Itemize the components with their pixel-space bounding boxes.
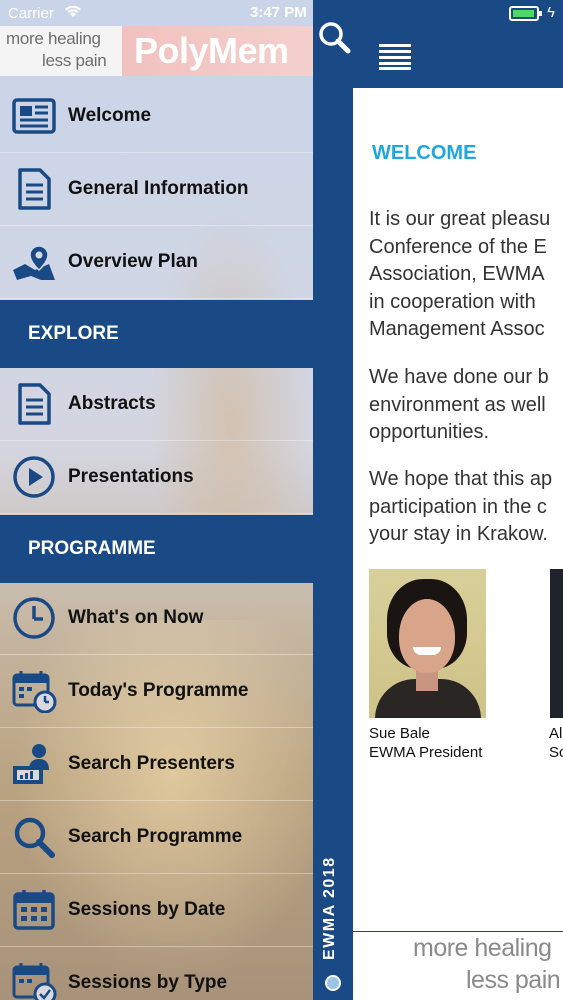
- menu-item-whats-on-now[interactable]: What's on Now: [0, 582, 313, 655]
- menu-item-label: Sessions by Date: [68, 899, 226, 920]
- welcome-page: ϟ WELCOME It is our great pleasu Confere…: [353, 0, 563, 1000]
- banner-tagline-line1: more healing: [6, 29, 101, 48]
- text-line: We have done our b: [369, 366, 549, 388]
- text-line: opportunities.: [369, 421, 490, 443]
- newspaper-icon: [0, 80, 68, 153]
- text-line: environment as well: [369, 393, 546, 416]
- menu-item-label: Abstracts: [68, 393, 156, 414]
- person-name: Al: [549, 725, 563, 742]
- person-role: Sc: [549, 744, 563, 761]
- banner-tagline: more healing less pain: [0, 26, 122, 76]
- calendar-check-icon: [0, 947, 68, 1000]
- page-title: WELCOME: [372, 142, 477, 164]
- section-header-programme: PROGRAMME: [0, 515, 313, 583]
- footer-tagline-line1: more healing: [413, 934, 552, 962]
- welcome-paragraph-1: It is our great pleasu Conference of the…: [369, 206, 563, 344]
- person-name: Sue Bale: [369, 725, 430, 742]
- polymem-banner[interactable]: more healing less pain PolyMem: [0, 26, 313, 76]
- search-icon: [0, 801, 68, 874]
- map-pin-icon: [0, 226, 68, 299]
- person-caption-1: Sue Bale EWMA President: [369, 724, 482, 762]
- menu-item-label: Welcome: [68, 105, 152, 126]
- text-line: Association, EWMA: [369, 263, 545, 285]
- person-role: EWMA President: [369, 744, 483, 761]
- banner-brand: PolyMem: [122, 26, 313, 76]
- calendar-clock-icon: [0, 655, 68, 728]
- text-line: Management Assoc: [369, 318, 545, 340]
- menu-item-label: Search Programme: [68, 826, 243, 847]
- menu-item-label: Today's Programme: [68, 680, 249, 701]
- text-line: in cooperation with: [369, 290, 536, 313]
- ewma-year-label: EWMA 2018: [321, 856, 338, 960]
- search-icon[interactable]: [317, 20, 351, 59]
- menu-item-search-presenters[interactable]: Search Presenters: [0, 728, 313, 801]
- menu-item-search-programme[interactable]: Search Programme: [0, 801, 313, 874]
- menu-item-abstracts[interactable]: Abstracts: [0, 368, 313, 441]
- banner-tagline-line2: less pain: [42, 51, 107, 70]
- status-time: 3:47 PM: [250, 4, 307, 21]
- section-header-explore: EXPLORE: [0, 300, 313, 368]
- menu-item-label: What's on Now: [68, 607, 204, 628]
- text-line: participation in the c: [369, 495, 547, 518]
- menu-item-presentations[interactable]: Presentations: [0, 441, 313, 514]
- drawer-edge-strip: EWMA 2018: [313, 0, 353, 1000]
- charging-icon: ϟ: [547, 4, 555, 21]
- menu-item-todays-programme[interactable]: Today's Programme: [0, 655, 313, 728]
- text-line: We hope that this ap: [369, 468, 553, 490]
- menu-item-general-information[interactable]: General Information: [0, 153, 313, 226]
- ewma-logo-icon: [325, 975, 341, 991]
- footer-tagline-line2: less pain: [466, 966, 561, 994]
- menu-item-overview-plan[interactable]: Overview Plan: [0, 226, 313, 299]
- welcome-paragraph-2: We have done our b environment as well o…: [369, 364, 563, 447]
- menu-item-label: Overview Plan: [68, 251, 198, 272]
- menu-item-sessions-by-type[interactable]: Sessions by Type: [0, 947, 313, 1000]
- document-icon: [0, 368, 68, 441]
- navigation-drawer: Carrier 3:47 PM more healing less pain P…: [0, 0, 313, 1000]
- menu-icon[interactable]: [379, 44, 411, 75]
- menu-item-label: Presentations: [68, 466, 194, 487]
- document-icon: [0, 153, 68, 226]
- calendar-icon: [0, 874, 68, 947]
- footer-divider: [353, 931, 563, 932]
- clock-icon: [0, 582, 68, 655]
- text-line: It is our great pleasu: [369, 208, 551, 230]
- top-navigation-bar: ϟ: [353, 0, 563, 88]
- wifi-icon: [64, 5, 82, 21]
- play-circle-icon: [0, 441, 68, 514]
- person-caption-2: Al Sc: [549, 724, 563, 762]
- president-photo: [369, 569, 486, 718]
- text-line: your stay in Krakow.: [369, 523, 548, 545]
- welcome-paragraph-3: We hope that this ap participation in th…: [369, 466, 563, 549]
- status-carrier: Carrier: [8, 5, 82, 22]
- menu-item-label: Sessions by Type: [68, 972, 228, 993]
- menu-item-label: General Information: [68, 178, 249, 199]
- carrier-label: Carrier: [8, 5, 54, 22]
- second-person-photo: [550, 569, 563, 718]
- text-line: Conference of the E: [369, 235, 547, 258]
- menu-item-welcome[interactable]: Welcome: [0, 80, 313, 153]
- menu-item-sessions-by-date[interactable]: Sessions by Date: [0, 874, 313, 947]
- menu-item-label: Search Presenters: [68, 753, 235, 774]
- presenter-icon: [0, 728, 68, 801]
- battery-icon: [509, 6, 542, 21]
